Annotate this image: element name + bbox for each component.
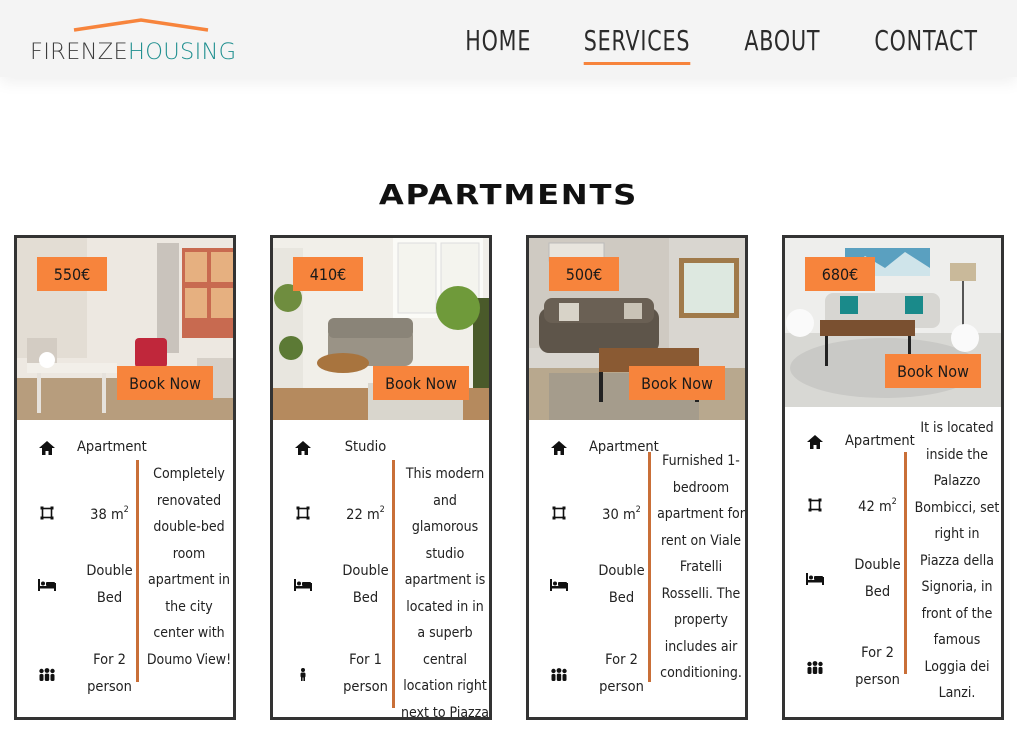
area-unit: m <box>366 507 380 523</box>
area-exponent: 2 <box>379 505 385 515</box>
price-badge: 500€ <box>549 257 619 291</box>
area-exponent: 2 <box>123 505 129 515</box>
area-unit: m <box>878 499 892 515</box>
feature-area: 30 m2 <box>529 497 654 529</box>
group-icon <box>785 660 845 674</box>
apartment-description: It is located inside the Palazzo Bombicc… <box>914 420 1000 701</box>
feature-type: Studio <box>273 434 398 461</box>
apartment-card: 410€ Book Now Studio 22 m2 Double Bed Fo… <box>270 235 492 720</box>
area-value: 42 <box>858 499 875 515</box>
area-icon <box>785 498 845 512</box>
area-value: 38 <box>90 507 107 523</box>
bed-label: Double Bed <box>598 563 645 606</box>
apartment-card: 500€ Book Now Apartment 30 m2 Double Bed… <box>526 235 748 720</box>
group-icon <box>529 667 589 681</box>
type-label: Studio <box>344 439 387 455</box>
feature-type: Apartment <box>529 434 659 461</box>
nav-about[interactable]: ABOUT <box>744 24 820 61</box>
brand-name-part2: HOUSING <box>128 39 237 65</box>
home-icon <box>273 440 333 455</box>
area-exponent: 2 <box>891 497 897 507</box>
area-value: 22 <box>346 507 363 523</box>
feature-bed: Double Bed <box>785 552 910 606</box>
guests-label: For 2 person <box>87 652 132 695</box>
details-divider <box>136 460 139 682</box>
area-unit: m <box>110 507 124 523</box>
brand-name-part1: FIRENZE <box>30 39 128 65</box>
nav-contact[interactable]: CONTACT <box>874 24 977 61</box>
book-now-button[interactable]: Book Now <box>373 366 469 400</box>
bed-label: Double Bed <box>86 563 133 606</box>
bed-icon <box>785 573 845 585</box>
feature-area: 22 m2 <box>273 497 398 529</box>
guests-label: For 2 person <box>599 652 644 695</box>
bed-label: Double Bed <box>342 563 389 606</box>
home-icon <box>529 440 589 455</box>
book-now-button[interactable]: Book Now <box>629 366 725 400</box>
apartment-card: 550€ Book Now Apartment 38 m2 Double Bed… <box>14 235 236 720</box>
type-label: Apartment <box>845 433 915 449</box>
area-unit: m <box>622 507 636 523</box>
type-label: Apartment <box>589 439 659 455</box>
apartment-description: Completely renovated double-bed room apa… <box>146 466 232 668</box>
price-badge: 680€ <box>805 257 875 291</box>
area-label: 42 m2 <box>845 489 910 521</box>
feature-bed: Double Bed <box>273 558 398 612</box>
nav-services[interactable]: SERVICES <box>583 24 691 65</box>
area-value: 30 <box>602 507 619 523</box>
person-icon <box>273 667 333 681</box>
details-divider <box>392 460 395 708</box>
group-icon <box>17 667 77 681</box>
type-label: Apartment <box>77 439 147 455</box>
bed-icon <box>273 579 333 591</box>
main-nav: HOME SERVICES ABOUT CONTACT <box>458 24 989 65</box>
details-divider <box>904 452 907 674</box>
area-label: 22 m2 <box>333 497 398 529</box>
area-exponent: 2 <box>635 505 641 515</box>
feature-type: Apartment <box>17 434 147 461</box>
area-label: 30 m2 <box>589 497 654 529</box>
book-now-button[interactable]: Book Now <box>885 354 981 388</box>
nav-home[interactable]: HOME <box>465 24 531 61</box>
area-icon <box>529 506 589 520</box>
roof-icon <box>73 18 209 32</box>
section-title: APARTMENTS <box>378 178 639 211</box>
apartment-card: 680€ Book Now Apartment 42 m2 Double Bed… <box>782 235 1004 720</box>
feature-type: Apartment <box>785 428 915 455</box>
feature-bed: Double Bed <box>17 558 142 612</box>
guests-label: For 1 person <box>343 652 388 695</box>
feature-bed: Double Bed <box>529 558 654 612</box>
apartment-photo: 550€ Book Now <box>17 238 233 420</box>
area-label: 38 m2 <box>77 497 142 529</box>
bed-icon <box>529 579 589 591</box>
home-icon <box>785 434 845 449</box>
apartment-photo: 500€ Book Now <box>529 238 745 420</box>
book-now-button[interactable]: Book Now <box>117 366 213 400</box>
apartment-photo: 410€ Book Now <box>273 238 489 420</box>
bed-icon <box>17 579 77 591</box>
home-icon <box>17 440 77 455</box>
top-bar: FIRENZEHOUSING HOME SERVICES ABOUT CONTA… <box>0 0 1017 77</box>
area-icon <box>17 506 77 520</box>
bed-label: Double Bed <box>854 557 901 600</box>
apartment-description: Furnished 1-bedroom apartment for rent o… <box>657 453 745 681</box>
guests-label: For 2 person <box>855 645 900 688</box>
area-icon <box>273 506 333 520</box>
brand-name: FIRENZEHOUSING <box>30 39 236 65</box>
feature-area: 38 m2 <box>17 497 142 529</box>
apartment-photo: 680€ Book Now <box>785 238 1001 407</box>
feature-guests: For 2 person <box>529 647 654 701</box>
feature-guests: For 1 person <box>273 647 398 701</box>
price-badge: 550€ <box>37 257 107 291</box>
brand-logo[interactable]: FIRENZEHOUSING <box>30 18 255 65</box>
details-divider <box>648 452 651 682</box>
apartment-description: This modern and glamorous studio apartme… <box>401 466 489 720</box>
feature-guests: For 2 person <box>785 640 910 694</box>
price-badge: 410€ <box>293 257 363 291</box>
feature-guests: For 2 person <box>17 647 142 701</box>
feature-area: 42 m2 <box>785 489 910 521</box>
